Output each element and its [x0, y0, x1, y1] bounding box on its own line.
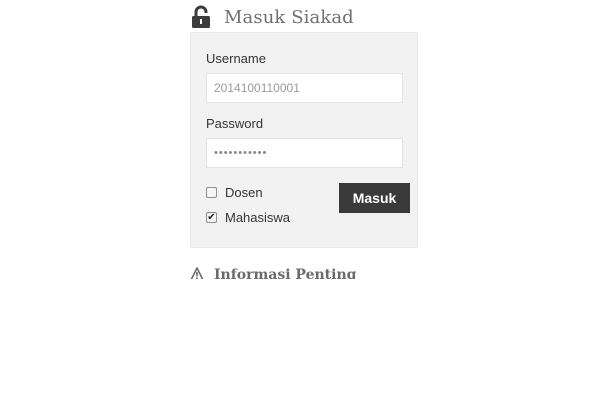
login-panel: Username Password ••••••••••• Dosen ✔ Ma… — [190, 32, 418, 248]
login-header: Masuk Siakad — [191, 4, 354, 30]
check-icon: ✔ — [207, 211, 216, 223]
role-option-mahasiswa[interactable]: ✔ Mahasiswa — [206, 210, 290, 225]
dosen-label: Dosen — [225, 185, 263, 200]
mahasiswa-label: Mahasiswa — [225, 210, 291, 225]
lock-open-icon — [191, 5, 211, 29]
password-input[interactable]: ••••••••••• — [206, 138, 403, 168]
info-heading: Informasi Penting — [190, 267, 390, 279]
page: Masuk Siakad Username Password •••••••••… — [0, 0, 600, 416]
info-section: Informasi Penting — [190, 266, 390, 279]
username-label: Username — [206, 51, 266, 66]
password-label: Password — [206, 116, 264, 131]
mahasiswa-checkbox[interactable]: ✔ — [206, 212, 217, 223]
password-value: ••••••••••• — [214, 147, 268, 159]
page-title: Masuk Siakad — [224, 6, 354, 28]
warning-icon — [190, 267, 204, 279]
username-input[interactable] — [206, 73, 403, 103]
info-title: Informasi Penting — [214, 267, 357, 279]
dosen-checkbox[interactable] — [206, 187, 217, 198]
role-option-dosen[interactable]: Dosen — [206, 185, 263, 200]
login-button[interactable]: Masuk — [339, 183, 410, 213]
